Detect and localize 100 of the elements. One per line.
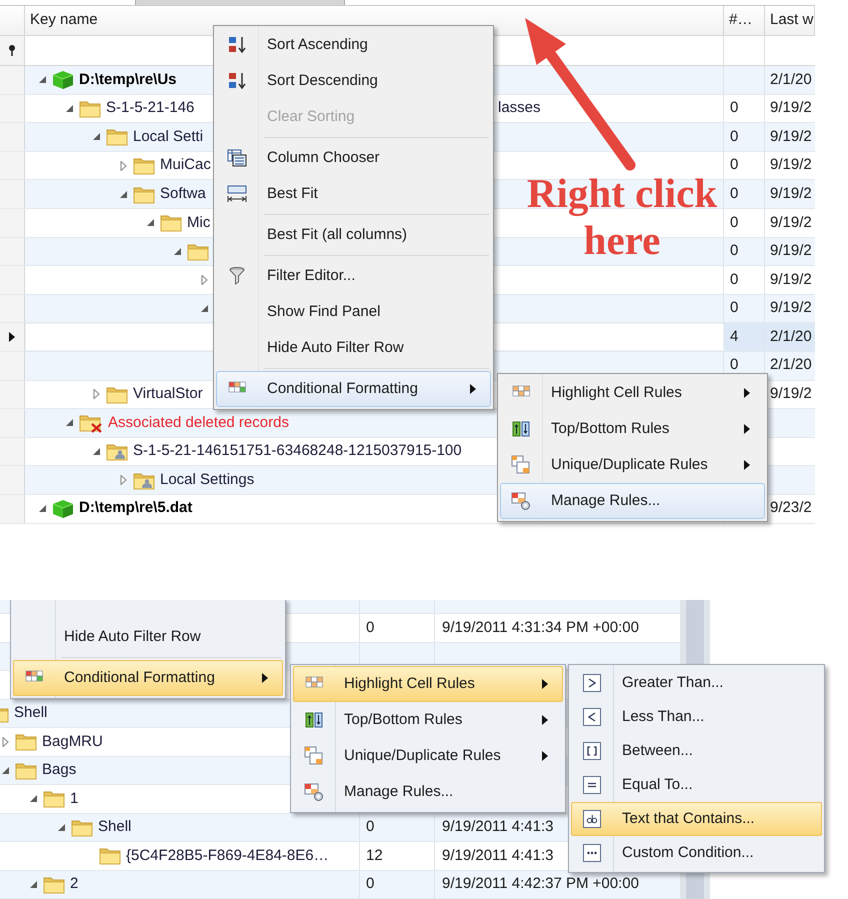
count-value: 0 [366,618,374,638]
key-name: Associated deleted records [108,412,289,433]
menu-item[interactable]: Highlight Cell Rules [500,375,765,411]
row-header-cell[interactable] [0,180,25,208]
key-name: 1 [70,788,78,808]
cube-icon [52,70,74,90]
collapse-arrow-icon[interactable] [91,132,103,142]
key-name: Shell [98,817,132,837]
key-name: VirtualStor [133,384,203,404]
menu-item[interactable]: Manage Rules... [500,483,765,519]
collapse-arrow-icon[interactable] [37,504,49,514]
row-header-cell[interactable] [0,123,25,151]
row-header-cell[interactable] [0,294,25,322]
collapse-arrow-icon[interactable] [145,218,157,228]
menu-item[interactable]: Show Find Panel [216,294,491,330]
menu-item[interactable]: Greater Than... [571,666,822,700]
menu-item[interactable]: Text that Contains... [571,802,822,836]
key-name: 2 [70,874,78,894]
row-header-cell[interactable] [0,238,25,266]
menu-item[interactable]: Sort Descending [216,63,491,99]
count-value: 4 [730,326,738,347]
column-header[interactable]: Last w [765,6,815,35]
count-value: 0 [730,184,738,204]
collapse-arrow-icon[interactable] [199,304,211,314]
collapse-arrow-icon[interactable] [91,447,103,456]
collapse-arrow-icon[interactable] [0,766,12,775]
folder-icon [160,213,182,232]
key-name: Local Setti [133,126,204,147]
cube-icon [52,498,74,519]
date-value: 2/1/20 [770,355,812,376]
row-header-cell[interactable] [0,466,25,494]
annotation-text: Right click here [526,170,718,264]
menu-item[interactable]: Unique/Duplicate Rules [293,738,563,774]
date-value: 9/23/2 [770,498,812,518]
equals-icon [582,775,602,795]
menu-item[interactable]: Conditional Formatting [13,660,283,696]
count-value: 0 [730,355,738,376]
date-value: 2/1/20 [770,326,812,347]
date-value: 9/19/2 [770,241,812,262]
row-header-cell[interactable] [0,66,25,94]
date-value: 9/19/2011 4:31:34 PM +00:00 [442,618,639,638]
row-header-cell[interactable] [0,152,25,180]
menu-item[interactable]: Equal To... [571,768,822,802]
menu-item[interactable]: Unique/Duplicate Rules [500,447,765,483]
menu-item[interactable]: Between... [571,734,822,768]
menu-item[interactable]: Highlight Cell Rules [293,666,563,702]
menu-item[interactable]: Filter Editor... [216,258,491,294]
date-value: 9/19/2 [770,384,812,404]
key-name: S-1-5-21-146151751-63468248-1215037915-100 [133,441,462,462]
collapse-arrow-icon[interactable] [64,104,76,113]
count-value: 0 [730,298,738,318]
table-row[interactable]: 2 0 9/19/2011 4:42:37 PM +00:00 [0,870,680,899]
collapse-arrow-icon[interactable] [56,822,68,832]
row-header-cell[interactable] [0,266,25,294]
menu-item[interactable]: Conditional Formatting [216,371,491,407]
row-header-cell[interactable] [0,409,25,437]
collapse-arrow-icon[interactable] [64,418,76,428]
column-header[interactable]: #… [724,6,765,35]
key-name: BagMRU [42,732,103,752]
key-name: Local Settings [160,470,254,490]
menu-item[interactable]: Column Chooser [216,140,491,176]
duplicate-rules-icon [511,455,531,475]
menu-item[interactable]: Best Fit (all columns) [216,217,491,253]
collapse-arrow-icon[interactable] [37,75,49,84]
folder-icon [106,384,128,404]
row-header-cell[interactable] [0,94,25,122]
manage-rules-icon [511,491,531,511]
count-value: 12 [366,846,383,866]
row-indicator-icon [9,332,15,342]
date-value: 9/19/2 [770,184,812,204]
key-name: S-1-5-21-146 [106,98,194,118]
key-name: {5C4F28B5-F869-4E84-8E6… [126,846,329,866]
menu-item[interactable]: Best Fit [216,176,491,212]
date-value: 9/19/2 [770,270,812,290]
key-name: D:\temp\re\5.dat [79,498,192,518]
folder-icon [15,760,37,780]
menu-item[interactable]: Manage Rules... [293,774,563,810]
row-header-cell[interactable] [0,380,25,408]
row-header-cell[interactable] [0,208,25,237]
folder-icon [187,242,209,261]
folder-icon [15,732,37,752]
text-icon [582,809,602,829]
menu-item[interactable]: Less Than... [571,700,822,734]
count-value: 0 [730,270,738,290]
collapse-arrow-icon[interactable] [172,246,184,256]
count-value: 0 [730,126,738,147]
date-value: 9/19/2011 4:41:3 [442,846,554,866]
row-header-cell[interactable] [0,352,25,380]
collapse-arrow-icon[interactable] [28,794,40,804]
row-header-cell[interactable] [0,323,25,351]
row-header-cell[interactable] [0,438,25,466]
menu-item[interactable]: Hide Auto Filter Row [216,330,491,366]
date-value: 9/19/2 [770,98,812,118]
row-header-cell[interactable] [0,494,25,522]
collapse-arrow-icon[interactable] [28,880,40,889]
menu-item[interactable]: Top/Bottom Rules [293,702,563,738]
menu-item[interactable]: Top/Bottom Rules [500,411,765,447]
count-value: 0 [366,874,374,894]
collapse-arrow-icon[interactable] [118,190,130,199]
ellipsis-icon [582,843,602,863]
